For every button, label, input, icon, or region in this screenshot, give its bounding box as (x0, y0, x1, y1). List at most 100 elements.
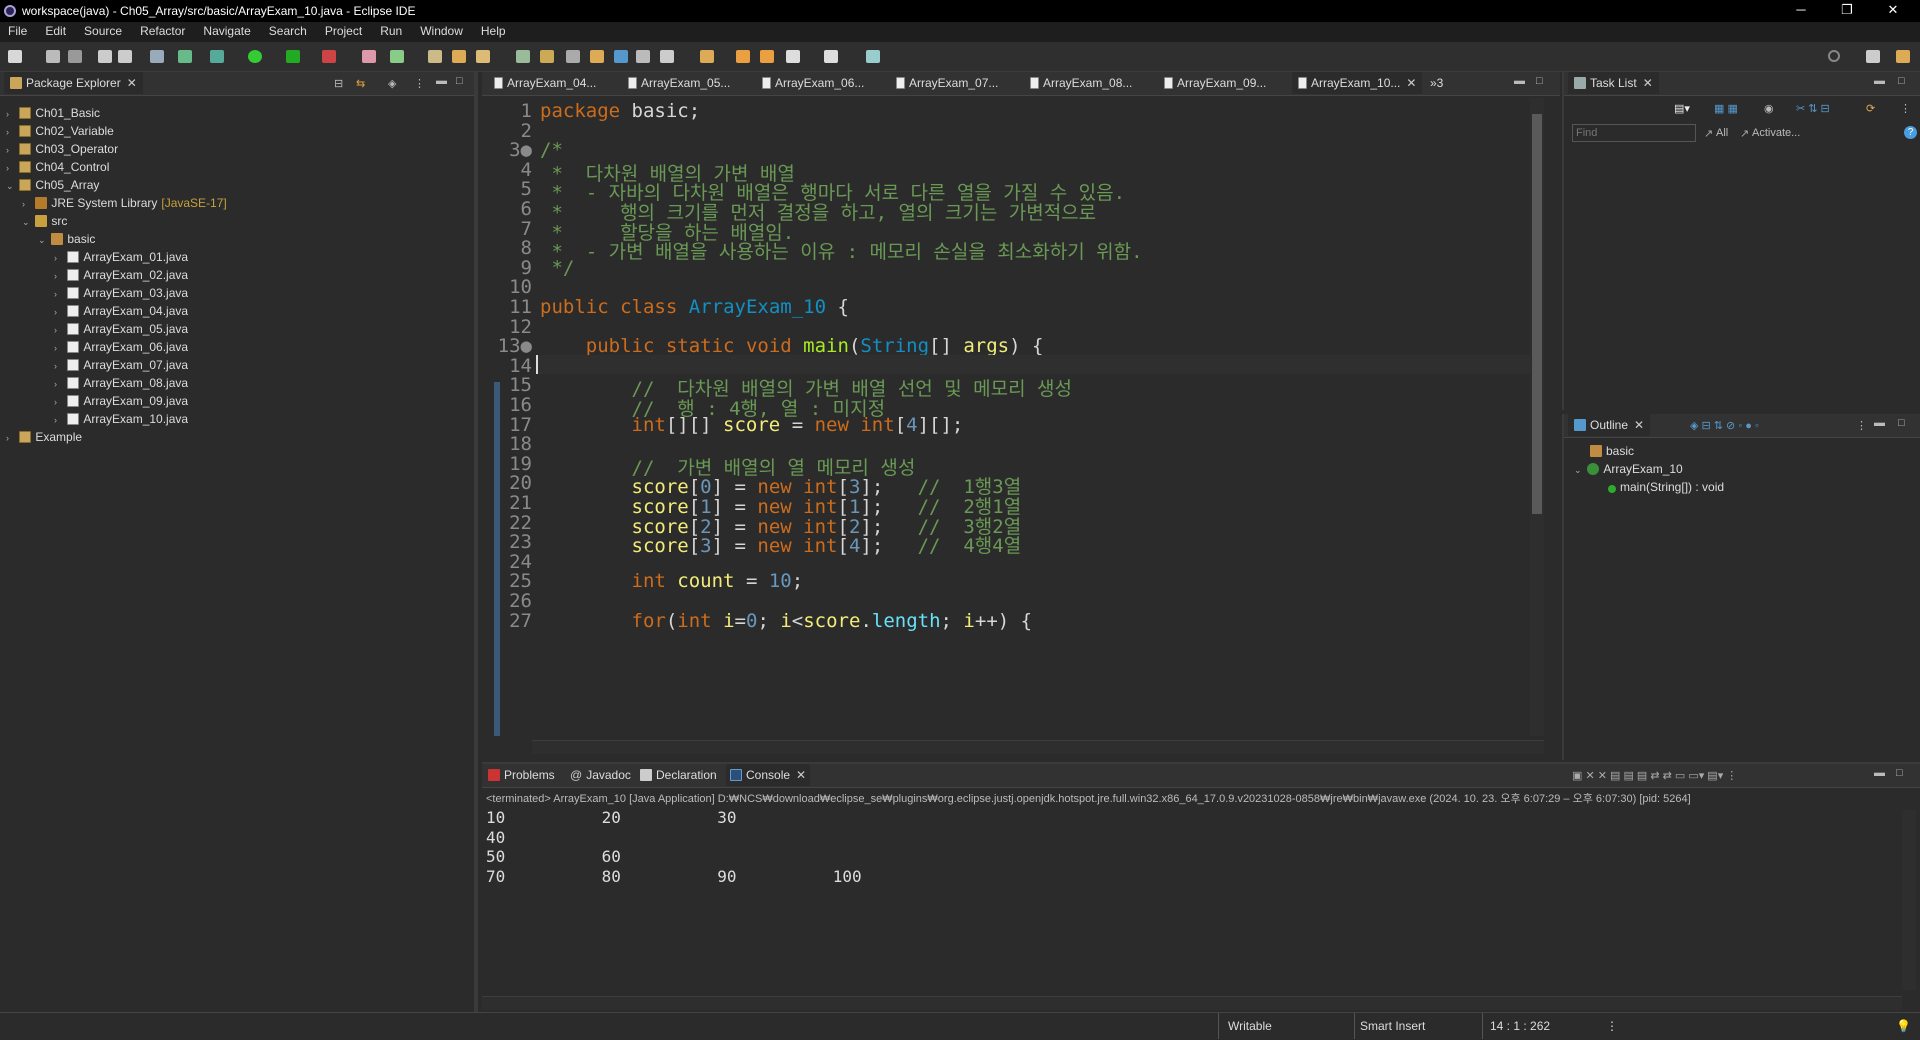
tab-console[interactable]: Console ✕ (726, 764, 811, 786)
maximize-editor-icon[interactable]: □ (1536, 75, 1543, 87)
maximize-view-icon[interactable]: □ (1898, 75, 1905, 87)
expand-toggle-icon[interactable]: › (22, 195, 32, 213)
annotation-next-icon[interactable] (516, 50, 530, 63)
prev-annotation-icon[interactable] (700, 50, 714, 63)
search-icon[interactable] (1828, 50, 1840, 62)
tree-item[interactable]: › Ch04_Control (6, 158, 109, 176)
console-vertical-scrollbar[interactable] (1902, 810, 1916, 990)
expand-toggle-icon[interactable]: › (54, 249, 64, 267)
expand-toggle-icon[interactable]: › (6, 105, 16, 123)
coverage-icon[interactable] (286, 50, 300, 63)
outline-item-class[interactable]: ⌄ ArrayExam_10 (1574, 460, 1683, 478)
run-icon[interactable] (248, 50, 262, 63)
external-tools-icon[interactable] (322, 50, 336, 63)
editor-tab[interactable]: ArrayExam_10... ✕ (1292, 72, 1423, 94)
menu-edit[interactable]: Edit (37, 22, 76, 38)
code-editor[interactable]: 1 package basic; 2 3●/* 4 * 다차원 배열의 가변 배열 5 *… (492, 96, 1538, 736)
maximize-view-icon[interactable]: □ (1896, 767, 1903, 779)
new-package-icon[interactable] (390, 50, 404, 63)
tip-bulb-icon[interactable]: 💡 (1896, 1019, 1911, 1033)
java-perspective-icon[interactable] (1896, 50, 1910, 63)
menu-refactor[interactable]: Refactor (132, 22, 195, 38)
task-filter-all[interactable]: All (1716, 127, 1728, 139)
outline-toolbar-icons[interactable]: ◈ ⊟ ⇅ ⊘ ◦ ● ◦ (1690, 419, 1759, 432)
close-icon[interactable]: ✕ (127, 72, 137, 94)
forward-history-icon[interactable] (824, 50, 838, 63)
expand-toggle-icon[interactable]: › (54, 321, 64, 339)
expand-toggle-icon[interactable]: › (54, 393, 64, 411)
save-icon[interactable] (46, 50, 60, 63)
vertical-scrollbar[interactable] (1530, 98, 1544, 736)
terminal-icon[interactable] (150, 50, 164, 63)
outline-item-package[interactable]: basic (1590, 442, 1634, 460)
skip-breakpoints-icon[interactable] (178, 50, 192, 63)
expand-toggle-icon[interactable]: › (54, 357, 64, 375)
minimize-view-icon[interactable]: ▬ (436, 75, 447, 87)
editor-tab-overflow[interactable]: »3 (1430, 72, 1443, 94)
status-menu-icon[interactable]: ⋮ (1606, 1019, 1618, 1033)
expand-toggle-icon[interactable]: › (6, 123, 16, 141)
new-task-icon[interactable]: ▤▾ (1674, 102, 1690, 115)
expand-toggle-icon[interactable]: › (54, 285, 64, 303)
scheduled-icon[interactable]: ◉ (1764, 102, 1774, 115)
minimize-button[interactable]: ─ (1778, 0, 1824, 22)
expand-toggle-icon[interactable]: › (6, 159, 16, 177)
restore-button[interactable]: ❐ (1824, 0, 1870, 22)
debug-icon[interactable] (210, 50, 224, 63)
expand-toggle-icon[interactable]: ⌄ (6, 177, 16, 195)
close-icon[interactable]: ✕ (1643, 72, 1653, 94)
tree-item[interactable]: › Ch01_Basic (6, 104, 100, 122)
expand-toggle-icon[interactable]: › (54, 303, 64, 321)
hide-completed-icon[interactable]: ✂ ⇅ ⊟ (1796, 102, 1830, 115)
expand-toggle-icon[interactable]: › (54, 411, 64, 429)
tree-item[interactable]: ⌄ src (22, 212, 67, 230)
editor-tab[interactable]: ArrayExam_06... (756, 72, 870, 94)
console-horizontal-scrollbar[interactable] (482, 996, 1902, 1010)
minimize-view-icon[interactable]: ▬ (1874, 767, 1885, 779)
minimize-editor-icon[interactable]: ▬ (1514, 75, 1525, 87)
tab-outline[interactable]: Outline ✕ (1568, 414, 1651, 436)
code-line[interactable]: score[3] = new int[4]; // 4행4열 (540, 531, 1022, 558)
last-edit-icon[interactable] (736, 50, 750, 63)
save-all-icon[interactable] (68, 50, 82, 63)
task-activate[interactable]: Activate... (1752, 127, 1800, 139)
minimize-view-icon[interactable]: ▬ (1874, 75, 1885, 87)
collapse-all-icon[interactable]: ⊟ (334, 77, 343, 90)
expand-toggle-icon[interactable]: › (54, 267, 64, 285)
tab-problems[interactable]: Problems (488, 764, 555, 786)
search-toolbar-icon[interactable] (476, 50, 490, 63)
pin-editor-icon[interactable] (866, 50, 880, 63)
maximize-view-icon[interactable]: □ (1898, 417, 1905, 429)
tree-item[interactable]: › ArrayExam_10.java (54, 410, 188, 428)
expand-toggle-icon[interactable]: ⌄ (22, 213, 32, 231)
mark-occurrences-icon[interactable] (540, 50, 554, 63)
forward-arrow-icon[interactable] (786, 50, 800, 63)
code-line[interactable] (536, 354, 1538, 374)
undo-icon[interactable] (98, 50, 112, 63)
tree-item[interactable]: › Example (6, 428, 82, 446)
new-java-project-icon[interactable] (362, 50, 376, 63)
close-button[interactable]: ✕ (1870, 0, 1916, 22)
open-type-icon[interactable] (428, 50, 442, 63)
pilcrow-icon[interactable] (636, 50, 650, 63)
tree-item[interactable]: › JRE System Library [JavaSE-17] (22, 194, 227, 212)
block-select-icon[interactable] (566, 50, 580, 63)
open-task-icon[interactable] (452, 50, 466, 63)
menu-source[interactable]: Source (76, 22, 132, 38)
tree-item[interactable]: ⌄ basic (38, 230, 95, 248)
view-menu-icon[interactable]: ⋮ (1856, 419, 1867, 432)
editor-tab[interactable]: ArrayExam_09... (1158, 72, 1272, 94)
tree-item[interactable]: ⌄ Ch05_Array (6, 176, 99, 194)
filter-icon[interactable]: ◈ (388, 77, 396, 90)
code-line[interactable]: int count = 10; (540, 570, 804, 592)
back-arrow-icon[interactable] (760, 50, 774, 63)
outline-item-method[interactable]: main(String[]) : void (1608, 478, 1724, 496)
expand-toggle-icon[interactable]: ⌄ (38, 231, 48, 249)
tree-item[interactable]: › ArrayExam_02.java (54, 266, 188, 284)
task-find-input[interactable] (1572, 124, 1696, 142)
new-icon[interactable] (8, 50, 22, 63)
redo-icon[interactable] (118, 50, 132, 63)
editor-tab[interactable]: ArrayExam_04... (488, 72, 602, 94)
menu-search[interactable]: Search (261, 22, 317, 38)
word-wrap-icon[interactable] (590, 50, 604, 63)
